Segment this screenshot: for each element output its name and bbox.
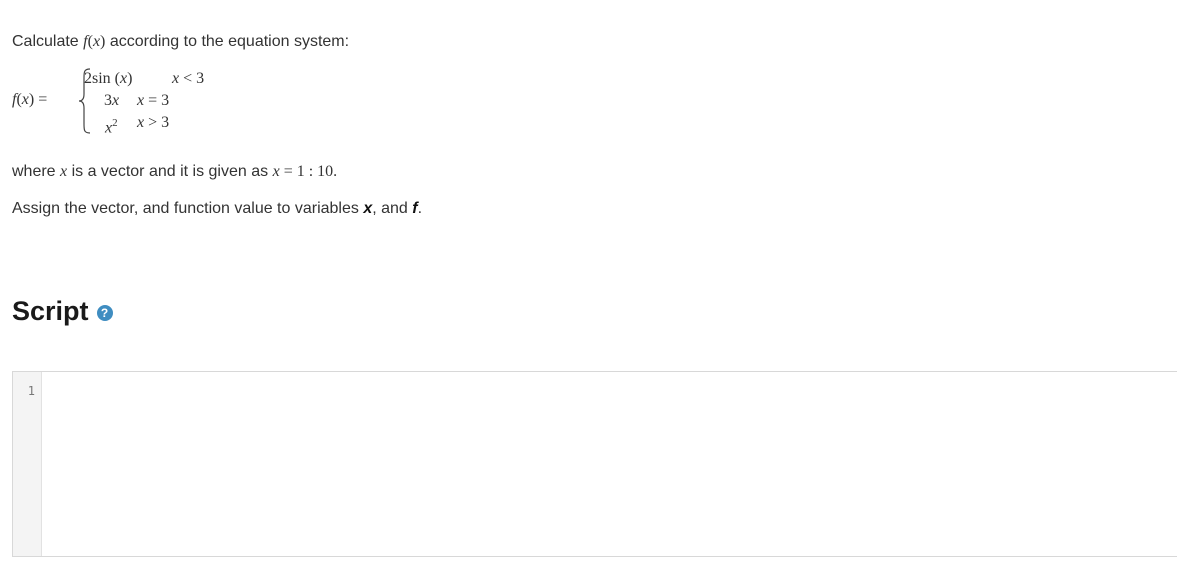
assign-prefix: Assign the vector, and function value to…	[12, 200, 364, 217]
assign-mid: , and	[372, 200, 413, 217]
row-2-condition: x = 3	[137, 91, 169, 111]
row-3-cond-rel: > 3	[144, 114, 170, 131]
equation-lhs-close: ) =	[28, 91, 48, 108]
row-3-expr-exponent: 2	[112, 117, 118, 129]
row-2-cond-rel: = 3	[144, 92, 170, 109]
where-mid: is a vector and it is given as	[67, 163, 273, 180]
assignment-instruction: Assign the vector, and function value to…	[12, 199, 422, 219]
editor-gutter: 1	[13, 372, 42, 556]
row-1-expr-pre: 2sin (	[84, 70, 120, 87]
help-icon[interactable]: ?	[96, 304, 113, 321]
script-editor[interactable]: 1	[12, 371, 1177, 557]
equation-row-1: 2sin (x) x < 3	[84, 69, 204, 89]
row-1-condition: x < 3	[172, 69, 204, 89]
equation-lhs: f(x) =	[12, 91, 47, 109]
intro-prefix: Calculate	[12, 33, 84, 50]
where-prefix: where	[12, 163, 61, 180]
assign-end: .	[417, 200, 423, 217]
line-number: 1	[27, 384, 35, 398]
intro-fx-close: )	[100, 33, 106, 50]
script-section-heading: Script ?	[12, 294, 113, 328]
where-eq-rest: = 1 : 10	[279, 163, 334, 180]
intro-fx-x: x	[92, 33, 101, 50]
row-2-expr-var: x	[112, 92, 120, 109]
where-eq-var: x	[272, 163, 280, 180]
where-end: .	[333, 163, 338, 180]
assign-var-x: x	[363, 200, 373, 217]
equation-row-2: 3x x = 3	[104, 91, 169, 111]
row-1-expr-post: )	[127, 70, 133, 87]
code-input[interactable]	[42, 372, 1177, 556]
row-2-expr-pre: 3	[104, 92, 112, 109]
problem-intro: Calculate f(x) according to the equation…	[12, 32, 349, 52]
equation-row-3: x2 x > 3	[105, 113, 169, 138]
equation-lhs-x: x	[21, 91, 29, 108]
intro-suffix: according to the equation system:	[109, 33, 350, 50]
piecewise-equation: f(x) = 2sin (x) x < 3 3x x = 3 x2 x > 3	[12, 68, 272, 136]
vector-description: where x is a vector and it is given as x…	[12, 162, 337, 182]
row-1-cond-rel: < 3	[179, 70, 205, 87]
script-heading-label: Script	[12, 296, 89, 326]
row-3-condition: x > 3	[137, 113, 169, 133]
